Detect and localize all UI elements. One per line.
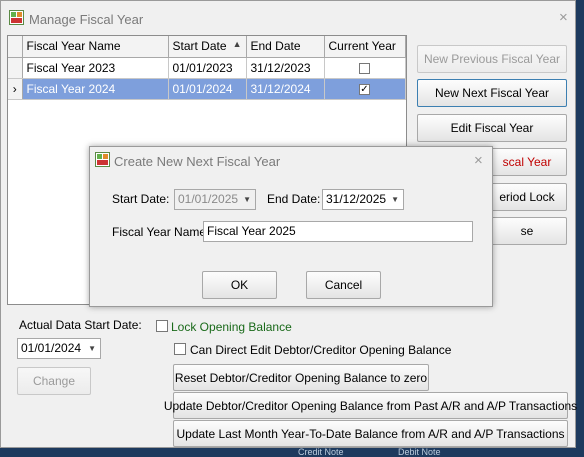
direct-edit-opening-balance-checkbox[interactable] [174, 343, 186, 355]
cell-current-year[interactable]: ✓ [324, 78, 406, 100]
column-header-current-year[interactable]: Current Year [324, 36, 406, 58]
edit-fiscal-year-button[interactable]: Edit Fiscal Year [417, 114, 567, 142]
cell-end-date[interactable]: 31/12/2024 [246, 78, 325, 100]
grid-header-row: Fiscal Year Name Start Date ▲ End Date Cu… [8, 36, 406, 58]
ok-button[interactable]: OK [202, 271, 277, 299]
start-date-label: Start Date: [112, 192, 170, 206]
lock-opening-balance-checkbox[interactable] [156, 320, 168, 332]
actual-data-start-date-picker[interactable]: 01/01/2024 ▼ [17, 338, 101, 359]
direct-edit-opening-balance-label: Can Direct Edit Debtor/Creditor Opening … [190, 343, 452, 357]
cancel-button[interactable]: Cancel [306, 271, 381, 299]
chevron-down-icon: ▼ [243, 195, 251, 204]
background-strip [0, 448, 584, 454]
close-icon[interactable]: × [559, 10, 568, 25]
credit-note-tab: Credit Note [298, 447, 344, 457]
row-indicator-arrow-icon[interactable]: › [8, 78, 23, 100]
column-header-start-date[interactable]: Start Date ▲ [168, 36, 247, 58]
debit-note-tab: Debit Note [398, 447, 441, 457]
current-year-checkbox[interactable] [359, 62, 370, 74]
fiscal-year-table: Fiscal Year Name Start Date ▲ End Date Cu… [8, 36, 406, 100]
cell-start-date[interactable]: 01/01/2024 [168, 78, 247, 100]
end-date-label: End Date: [267, 192, 321, 206]
sort-ascending-icon: ▲ [232, 39, 242, 50]
cell-start-date[interactable]: 01/01/2023 [168, 57, 247, 79]
close-icon[interactable]: × [474, 153, 483, 168]
table-row[interactable]: › Fiscal Year 2024 01/01/2024 31/12/2024… [8, 78, 406, 100]
new-previous-fiscal-year-button[interactable]: New Previous Fiscal Year [417, 45, 567, 73]
fiscal-year-name-label: Fiscal Year Name: [112, 225, 210, 239]
chevron-down-icon: ▼ [391, 195, 399, 204]
update-opening-balance-button[interactable]: Update Debtor/Creditor Opening Balance f… [164, 392, 577, 419]
table-row[interactable]: Fiscal Year 2023 01/01/2023 31/12/2023 [8, 57, 406, 79]
new-next-fiscal-year-button[interactable]: New Next Fiscal Year [417, 79, 567, 107]
chevron-down-icon: ▼ [88, 344, 96, 353]
column-header-name[interactable]: Fiscal Year Name [22, 36, 169, 58]
actual-data-start-date-label: Actual Data Start Date: [19, 318, 142, 332]
reset-opening-balance-button[interactable]: Reset Debtor/Creditor Opening Balance to… [173, 364, 429, 391]
dialog-title: Create New Next Fiscal Year [114, 154, 281, 169]
fiscal-year-name-input[interactable]: Fiscal Year 2025 [203, 221, 473, 242]
cell-end-date[interactable]: 31/12/2023 [246, 57, 325, 79]
row-indicator[interactable] [8, 57, 23, 79]
row-header-corner [8, 36, 23, 58]
window-title: Manage Fiscal Year [29, 12, 144, 27]
app-icon [95, 152, 110, 167]
cell-fiscal-year-name[interactable]: Fiscal Year 2023 [22, 57, 169, 79]
app-icon [9, 10, 24, 25]
cell-current-year[interactable] [324, 57, 406, 79]
cell-fiscal-year-name[interactable]: Fiscal Year 2024 [22, 78, 169, 100]
current-year-checkbox[interactable]: ✓ [359, 83, 370, 95]
create-next-fiscal-year-dialog: Create New Next Fiscal Year × Start Date… [89, 146, 493, 307]
column-header-end-date[interactable]: End Date [246, 36, 325, 58]
lock-opening-balance-label: Lock Opening Balance [171, 320, 292, 334]
change-button[interactable]: Change [17, 367, 91, 395]
title-bar: Manage Fiscal Year × [1, 1, 575, 33]
start-date-picker: 01/01/2025 ▼ [174, 189, 256, 210]
update-ytd-balance-button[interactable]: Update Last Month Year-To-Date Balance f… [173, 420, 568, 447]
end-date-picker[interactable]: 31/12/2025 ▼ [322, 189, 404, 210]
